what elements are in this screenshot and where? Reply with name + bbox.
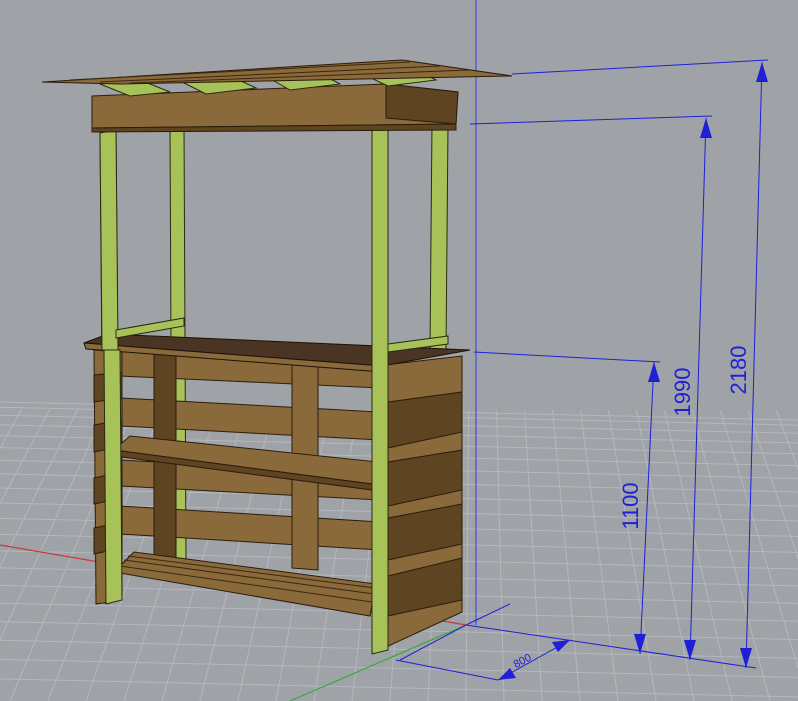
right-side-pallet	[383, 355, 463, 649]
front-left-post-upper	[99, 129, 119, 351]
cad-viewport[interactable]: 2180 1990 1100 800	[0, 0, 798, 701]
dim-label-1100[interactable]: 1100	[618, 482, 643, 529]
perspective-view[interactable]: 2180 1990 1100 800	[0, 0, 798, 701]
dim-label-2180[interactable]: 2180	[726, 346, 751, 395]
front-right-post	[371, 119, 389, 655]
front-right-back-post	[429, 122, 449, 351]
front-left-post-lower	[103, 349, 123, 605]
dim-label-1990[interactable]: 1990	[670, 368, 695, 417]
